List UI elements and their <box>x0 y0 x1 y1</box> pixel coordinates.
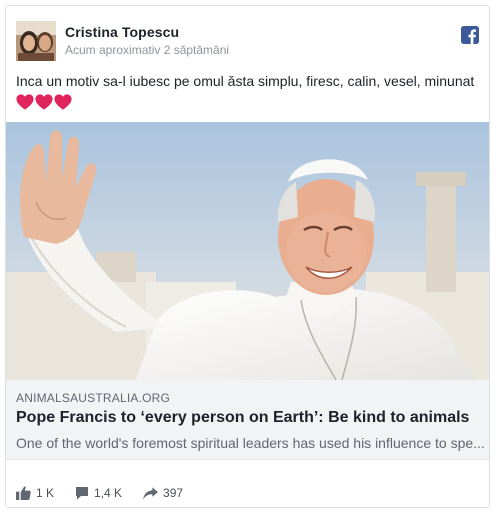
post-header: Cristina Topescu Acum aproximativ 2 săpt… <box>16 21 479 61</box>
heart-icon <box>35 94 53 110</box>
embedded-post-card: Cristina Topescu Acum aproximativ 2 săpt… <box>5 5 490 508</box>
heart-icon <box>16 94 34 110</box>
link-title[interactable]: Pope Francis to ‘every person on Earth’:… <box>16 409 469 427</box>
comment-button[interactable]: 1,4 K <box>75 486 122 500</box>
link-preview-info[interactable]: ANIMALSAUSTRALIA.ORG Pope Francis to ‘ev… <box>6 380 489 460</box>
share-arrow-icon <box>143 486 159 500</box>
author-name[interactable]: Cristina Topescu <box>65 24 179 40</box>
facebook-icon[interactable] <box>461 26 479 44</box>
like-button[interactable]: 1 K <box>16 486 54 500</box>
avatar[interactable] <box>16 21 56 61</box>
thumbs-up-icon <box>16 486 31 500</box>
heart-emojis <box>16 93 72 113</box>
link-domain: ANIMALSAUSTRALIA.ORG <box>16 391 171 405</box>
share-button[interactable]: 397 <box>143 486 183 500</box>
post-timestamp[interactable]: Acum aproximativ 2 săptămâni <box>65 43 229 57</box>
link-description: One of the world's foremost spiritual le… <box>16 435 485 451</box>
comment-icon <box>76 487 89 500</box>
post-actions: 1 K 1,4 K 397 <box>16 483 204 503</box>
avatar-image <box>16 21 56 61</box>
post-message: Inca un motiv sa-l iubesc pe omul ăsta s… <box>16 73 475 89</box>
link-preview-image[interactable] <box>6 122 489 380</box>
heart-icon <box>54 94 72 110</box>
comment-count: 1,4 K <box>94 486 123 500</box>
share-count: 397 <box>163 486 184 500</box>
like-count: 1 K <box>36 486 55 500</box>
